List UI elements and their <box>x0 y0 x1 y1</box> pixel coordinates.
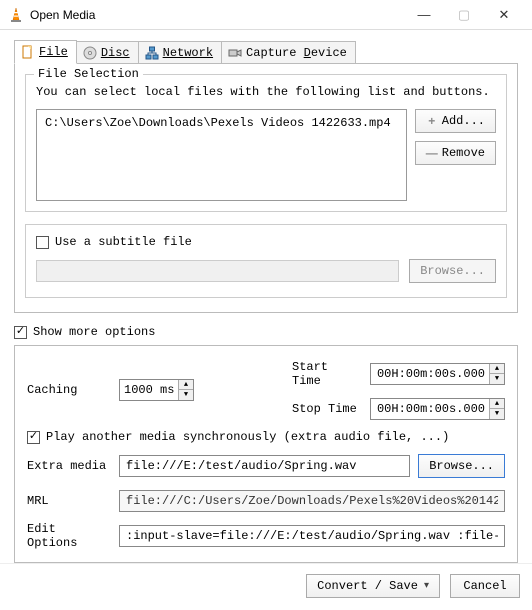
subtitle-group: Use a subtitle file Browse... <box>25 224 507 298</box>
disc-icon <box>83 46 97 60</box>
window-title: Open Media <box>30 8 404 22</box>
file-selection-desc: You can select local files with the foll… <box>36 85 496 99</box>
add-button[interactable]: + Add... <box>415 109 496 133</box>
file-list[interactable]: C:\Users\Zoe\Downloads\Pexels Videos 142… <box>36 109 407 201</box>
show-more-label: Show more options <box>33 325 155 339</box>
extra-browse-button[interactable]: Browse... <box>418 454 505 478</box>
caching-input[interactable] <box>120 383 178 397</box>
caching-down[interactable]: ▼ <box>179 390 193 400</box>
plus-icon: + <box>426 114 438 128</box>
mrl-input[interactable] <box>119 490 505 512</box>
play-another-label: Play another media synchronously (extra … <box>46 430 449 444</box>
extra-media-label: Extra media <box>27 459 111 473</box>
start-time-input[interactable] <box>371 367 489 381</box>
file-icon <box>21 45 35 59</box>
extra-media-input[interactable] <box>119 455 410 477</box>
show-more-row[interactable]: Show more options <box>14 325 518 339</box>
stop-down[interactable]: ▼ <box>490 409 504 419</box>
mrl-label: MRL <box>27 494 111 508</box>
caching-spinbox[interactable]: ▲▼ <box>119 379 194 401</box>
tab-file[interactable]: File <box>14 40 77 64</box>
tab-network[interactable]: Network <box>138 41 222 63</box>
minimize-button[interactable]: — <box>404 1 444 29</box>
subtitle-checkbox[interactable] <box>36 236 49 249</box>
remove-button-label: Remove <box>442 146 485 160</box>
tab-disc-label: Disc <box>101 46 130 60</box>
subtitle-browse-button: Browse... <box>409 259 496 283</box>
advanced-options: Caching ▲▼ Start Time ▲▼ Stop Time <box>14 345 518 563</box>
caching-label: Caching <box>27 383 111 397</box>
start-up[interactable]: ▲ <box>490 364 504 374</box>
start-time-label: Start Time <box>292 360 362 388</box>
stop-time-label: Stop Time <box>292 402 362 416</box>
close-button[interactable]: ✕ <box>484 1 524 29</box>
play-another-checkbox[interactable] <box>27 431 40 444</box>
stop-time-input[interactable] <box>371 402 489 416</box>
vlc-icon <box>8 7 24 23</box>
stop-time-spinbox[interactable]: ▲▼ <box>370 398 505 420</box>
titlebar: Open Media — ▢ ✕ <box>0 0 532 30</box>
edit-options-input[interactable] <box>119 525 505 547</box>
tab-capture[interactable]: Capture Device <box>221 41 356 63</box>
window-controls: — ▢ ✕ <box>404 1 524 29</box>
tab-disc[interactable]: Disc <box>76 41 139 63</box>
stop-up[interactable]: ▲ <box>490 399 504 409</box>
tab-network-label: Network <box>163 46 213 60</box>
remove-button[interactable]: — Remove <box>415 141 496 165</box>
file-selection-title: File Selection <box>34 67 143 81</box>
minus-icon: — <box>426 146 438 160</box>
file-list-item[interactable]: C:\Users\Zoe\Downloads\Pexels Videos 142… <box>45 116 398 130</box>
subtitle-label: Use a subtitle file <box>55 235 192 249</box>
capture-icon <box>228 46 242 60</box>
file-selection-group: File Selection You can select local file… <box>25 74 507 212</box>
dialog-footer: Convert / Save Cancel <box>0 563 532 610</box>
cancel-button[interactable]: Cancel <box>450 574 520 598</box>
start-time-spinbox[interactable]: ▲▼ <box>370 363 505 385</box>
add-button-label: Add... <box>442 114 485 128</box>
start-down[interactable]: ▼ <box>490 374 504 384</box>
tab-file-label: File <box>39 45 68 59</box>
maximize-button: ▢ <box>444 1 484 29</box>
source-tabs: File Disc Network Capture Device <box>14 40 518 64</box>
show-more-checkbox[interactable] <box>14 326 27 339</box>
file-panel: File Selection You can select local file… <box>14 64 518 313</box>
network-icon <box>145 46 159 60</box>
subtitle-path-input <box>36 260 399 282</box>
caching-up[interactable]: ▲ <box>179 380 193 390</box>
tab-capture-label: Capture Device <box>246 46 347 60</box>
edit-options-label: Edit Options <box>27 522 111 550</box>
convert-save-button[interactable]: Convert / Save <box>306 574 440 598</box>
